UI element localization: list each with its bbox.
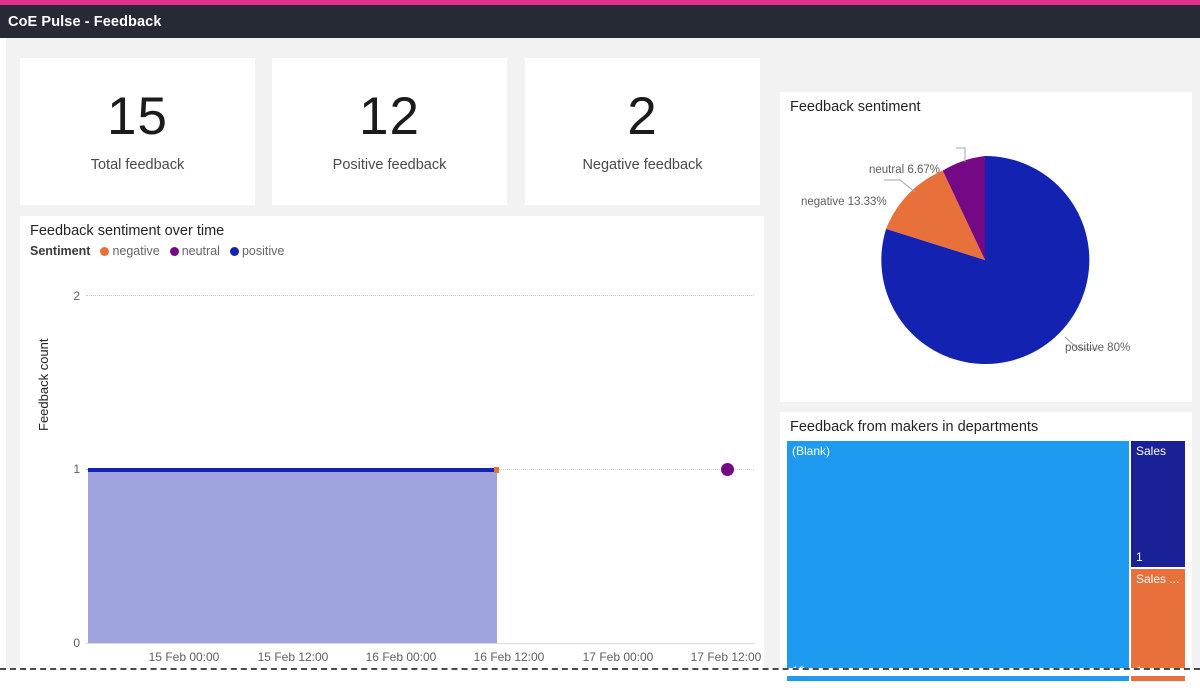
treemap-node-sales[interactable]: Sales 1	[1130, 440, 1186, 568]
pie-data-label-neutral: neutral 6.67%	[869, 164, 940, 176]
pie-slice-positive[interactable]	[881, 155, 1090, 364]
x-axis-tick: 17 Feb 12:00	[690, 650, 762, 664]
series-line-positive	[88, 468, 497, 472]
legend-title: Sentiment	[30, 244, 91, 258]
legend-item-neutral[interactable]: neutral	[169, 244, 220, 258]
treemap-plot-area: (Blank) 13 Sales 1 Sales ... 1	[786, 440, 1186, 682]
x-axis-tick: 16 Feb 00:00	[365, 650, 437, 664]
visual-title: Feedback sentiment	[790, 99, 921, 115]
legend-item-positive[interactable]: positive	[229, 244, 285, 258]
treemap-node-label: (Blank)	[792, 444, 831, 458]
y-axis-tick: 1	[73, 462, 80, 476]
visual-feedback-sentiment-pie[interactable]: Feedback sentiment neutral 6.67% negativ…	[780, 92, 1192, 402]
kpi-value: 15	[107, 87, 168, 146]
legend-dot-icon	[100, 246, 110, 256]
page-title: CoE Pulse - Feedback	[8, 13, 162, 30]
legend-item-negative[interactable]: negative	[100, 244, 160, 258]
gridline	[86, 295, 754, 296]
visual-feedback-makers-departments[interactable]: Feedback from makers in departments (Bla…	[780, 412, 1192, 688]
x-axis-tick: 17 Feb 00:00	[582, 650, 654, 664]
window-titlebar: CoE Pulse - Feedback	[0, 5, 1200, 38]
visual-feedback-sentiment-over-time[interactable]: Feedback sentiment over time Sentiment n…	[20, 216, 764, 688]
x-axis-line	[86, 643, 754, 644]
legend-label: neutral	[181, 244, 220, 258]
kpi-label: Total feedback	[90, 157, 185, 173]
kpi-card-total-feedback[interactable]: 15 Total feedback	[20, 58, 255, 205]
legend-dot-icon	[169, 246, 179, 256]
page-bottom-edge	[0, 668, 1200, 676]
legend-dot-icon	[229, 246, 239, 256]
y-axis-tick: 2	[73, 289, 80, 303]
pie-data-label-negative: negative 13.33%	[801, 196, 887, 208]
kpi-card-strip: 15 Total feedback 12 Positive feedback 2…	[20, 58, 764, 205]
y-axis-title: Feedback count	[36, 338, 51, 431]
series-marker-neutral	[721, 463, 734, 476]
report-canvas: 15 Total feedback 12 Positive feedback 2…	[0, 38, 1200, 688]
kpi-card-negative-feedback[interactable]: 2 Negative feedback	[525, 58, 760, 205]
kpi-value: 2	[627, 87, 658, 146]
x-axis-tick: 15 Feb 00:00	[148, 650, 220, 664]
chart-plot-area: Feedback count 2 1 0 15 Feb 00:00 15 Feb…	[20, 271, 764, 688]
legend-label: negative	[112, 244, 160, 258]
pie-leader-line-negative	[884, 179, 916, 193]
pie-data-label-positive: positive 80%	[1065, 342, 1131, 354]
treemap-node-label: Sales ...	[1136, 572, 1180, 586]
kpi-label: Positive feedback	[332, 157, 447, 173]
treemap-node-blank[interactable]: (Blank) 13	[786, 440, 1130, 682]
pie-plot-area: neutral 6.67% negative 13.33% positive 8…	[780, 118, 1192, 402]
chart-legend: Sentiment negative neutral positive	[20, 239, 764, 258]
kpi-card-positive-feedback[interactable]: 12 Positive feedback	[272, 58, 507, 205]
series-marker-negative	[494, 467, 499, 473]
report-window: CoE Pulse - Feedback 15 Total feedback 1…	[0, 0, 1200, 688]
visual-title: Feedback from makers in departments	[790, 419, 1039, 435]
visual-title: Feedback sentiment over time	[30, 223, 225, 239]
pie-svg	[881, 147, 1098, 364]
pie-leader-line-neutral	[956, 147, 966, 162]
kpi-label: Negative feedback	[582, 157, 703, 173]
legend-label: positive	[241, 244, 285, 258]
treemap-node-sales-other[interactable]: Sales ... 1	[1130, 568, 1186, 682]
treemap-node-value: 1	[1136, 550, 1143, 564]
kpi-value: 12	[359, 87, 420, 146]
y-axis-tick: 0	[73, 636, 80, 650]
area-fill-positive	[88, 471, 497, 643]
x-axis-tick: 16 Feb 12:00	[473, 650, 545, 664]
x-axis-tick: 15 Feb 12:00	[257, 650, 329, 664]
treemap-node-label: Sales	[1136, 444, 1167, 458]
